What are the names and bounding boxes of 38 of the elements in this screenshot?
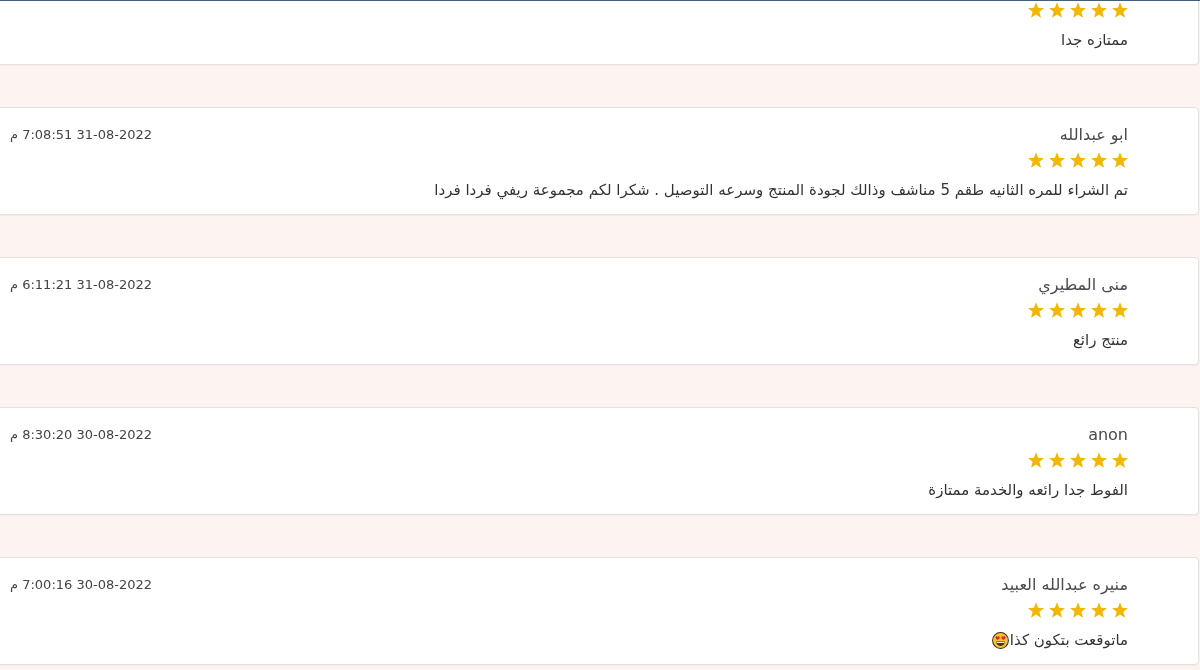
star-icon [1070,302,1086,318]
star-icon [1049,152,1065,168]
star-icon [1028,302,1044,318]
star-icon [1028,452,1044,468]
star-icon [1091,2,1107,18]
star-icon [1112,452,1128,468]
review-text: تم الشراء للمره الثانيه طقم 5 مناشف وذالك لجودة المنتج وسرعه التوصيل . شكرا لكم مجموعة ريفي فردا فردا [434,180,1128,202]
reviewer-name: anon [1088,424,1128,446]
star-icon [1091,602,1107,618]
review-text: ماتوقعت بتكون كذا [1009,630,1128,651]
review-timestamp: 30-08-2022 7:00:16 م [10,576,152,594]
reviewer-name: ابو عبدالله [1059,124,1128,147]
star-icon [1049,602,1065,618]
review-timestamp: 31-08-2022 7:08:51 م [10,126,152,144]
review-text: منتج رائع [1072,330,1128,351]
star-icon [1049,2,1065,18]
star-icon [1070,452,1086,468]
star-icon [1091,302,1107,318]
star-icon [1028,152,1044,168]
star-icon [1112,302,1128,318]
reviewer-name: منى المطيري [1038,274,1128,297]
review-timestamp: 30-08-2022 8:30:20 م [10,426,152,444]
star-icon [1070,152,1086,168]
star-icon [1070,602,1086,618]
star-icon [1028,602,1044,618]
star-icon [1091,152,1107,168]
star-icon [1049,452,1065,468]
review-timestamp: 31-08-2022 6:11:21 م [10,276,152,294]
review-text: الفوط جدا رائعه والخدمة ممتازة [928,480,1128,501]
star-icon [1028,2,1044,18]
star-icon [1049,302,1065,318]
star-icon [1070,2,1086,18]
star-icon [1112,152,1128,168]
star-icon [1091,452,1107,468]
reviewer-name: منيره عبدالله العبيد [1001,574,1128,596]
star-icon [1112,602,1128,618]
star-icon [1112,2,1128,18]
review-text: ممتازه جدا [1061,30,1128,51]
